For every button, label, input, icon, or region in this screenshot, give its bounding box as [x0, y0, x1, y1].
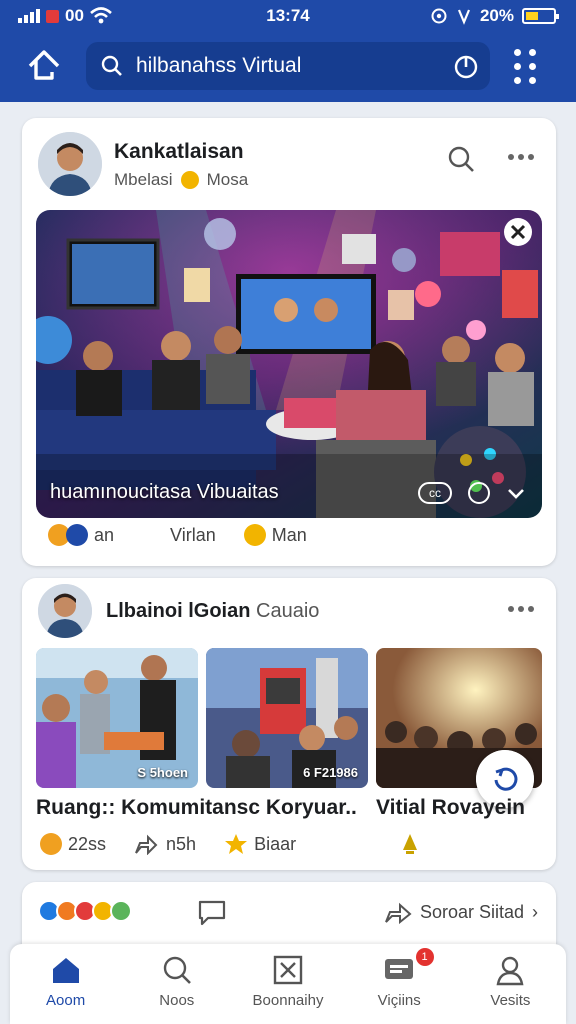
nav-item-profile[interactable]: Vesits	[455, 944, 566, 1024]
reactions-group[interactable]	[38, 900, 132, 922]
stat-label: Biaar	[254, 833, 297, 854]
nav-label: Aoom	[46, 992, 86, 1009]
box-x-icon	[273, 955, 303, 985]
wow-icon	[110, 900, 132, 922]
emoji-icon	[243, 524, 266, 546]
thumbnail-1[interactable]: S 5hoen	[36, 648, 198, 788]
battery-icon	[522, 8, 559, 24]
chat-icon	[385, 959, 414, 979]
author-name[interactable]: Kankatlaisan	[114, 140, 244, 164]
thumbnail-tag: S 5hoen	[137, 765, 188, 780]
comment-icon[interactable]	[196, 898, 228, 926]
avatar[interactable]	[38, 132, 102, 196]
share-label: Soroar Siitad	[419, 901, 524, 922]
reaction-label[interactable]: Virlan	[170, 525, 216, 546]
share-icon	[385, 902, 412, 924]
thumbnail-tag: 6 F21986	[303, 765, 358, 780]
post-card-1: Kankatlaisan Mbelasi Mosa huamınoucitasa…	[22, 118, 556, 566]
bell-icon[interactable]	[400, 832, 420, 856]
reaction-row: an Virlan Man	[48, 524, 307, 546]
more-options-icon[interactable]	[508, 606, 534, 612]
search-icon	[101, 55, 122, 76]
emoji-icon	[40, 833, 62, 855]
nav-label: Noos	[159, 992, 195, 1009]
post-title[interactable]: Ruang:: Komumitansc Koryuar..	[36, 796, 357, 820]
top-bar: 00 13:74 20% hilbanahss Virtual	[0, 0, 576, 102]
cc-icon[interactable]: cc	[418, 482, 452, 504]
nav-item-chat[interactable]: 1 Viçiins	[344, 944, 455, 1024]
back-home-icon[interactable]	[24, 46, 64, 86]
battery-text: 20%	[479, 6, 514, 25]
share-arrow-icon[interactable]	[134, 833, 158, 855]
avatar[interactable]	[38, 584, 92, 638]
status-bar: 00 13:74 20%	[0, 0, 576, 32]
reaction-count: an	[94, 524, 115, 545]
location-icon	[431, 8, 447, 24]
home-icon	[52, 958, 79, 983]
status-right: 20%	[430, 6, 559, 26]
post-meta: Mbelasi Mosa	[114, 170, 248, 190]
stat-count: n5h	[166, 833, 197, 854]
reaction-label[interactable]: Man	[272, 525, 307, 546]
meta-left: Mbelasi	[114, 170, 173, 189]
close-icon[interactable]	[504, 218, 532, 246]
like-icon	[66, 524, 88, 546]
search-input[interactable]: hilbanahss Virtual	[86, 42, 490, 90]
post-title[interactable]: Vitial Rovayein	[376, 796, 525, 820]
post-card-2: Llbainoi lGoian Cauaio S 5hoen 6 F21986 …	[22, 578, 556, 870]
globe-icon	[180, 171, 199, 189]
author-primary: Llbainoi lGoian	[106, 600, 251, 622]
nav-label: Vesits	[490, 992, 531, 1009]
video-media[interactable]: huamınoucitasa Vibuaitas cc	[36, 210, 542, 518]
nav-item-search[interactable]: Noos	[121, 944, 232, 1024]
more-options-icon[interactable]	[508, 154, 534, 160]
profile-icon	[496, 956, 524, 986]
search-icon[interactable]	[446, 144, 476, 174]
nav-label: Viçiins	[377, 992, 421, 1009]
vibrate-icon	[457, 9, 470, 25]
video-thumbnail	[36, 210, 542, 518]
nav-item-home[interactable]: Aoom	[10, 944, 121, 1024]
author-name[interactable]: Llbainoi lGoian Cauaio	[106, 600, 319, 623]
grid-menu-icon[interactable]	[510, 48, 540, 84]
video-caption: huamınoucitasa Vibuaitas	[50, 481, 279, 503]
notification-badge: 1	[415, 948, 434, 966]
meta-right: Mosa	[206, 170, 249, 189]
stat-count: 22ss	[68, 833, 107, 854]
author-sub: Cauaio	[256, 600, 320, 622]
thumbnail-2[interactable]: 6 F21986	[206, 648, 368, 788]
power-icon[interactable]	[452, 52, 480, 80]
stats-row: 22ss n5h Biaar	[40, 832, 420, 856]
share-button[interactable]: Soroar Siitad ›	[384, 900, 538, 924]
nav-item-box[interactable]: Boonnaihy	[232, 944, 343, 1024]
video-controls: cc	[418, 482, 526, 504]
search-text: hilbanahss Virtual	[136, 54, 302, 77]
nav-label: Boonnaihy	[252, 992, 324, 1009]
bottom-nav: Aoom Noos Boonnaihy 1 Viçiins Vesits	[10, 944, 566, 1024]
app-bar: hilbanahss Virtual	[0, 36, 576, 96]
chevron-right-icon: ›	[532, 901, 538, 922]
chevron-down-icon[interactable]	[506, 483, 526, 503]
search-icon	[163, 956, 191, 984]
star-icon[interactable]	[224, 833, 248, 855]
info-icon[interactable]	[468, 482, 490, 504]
